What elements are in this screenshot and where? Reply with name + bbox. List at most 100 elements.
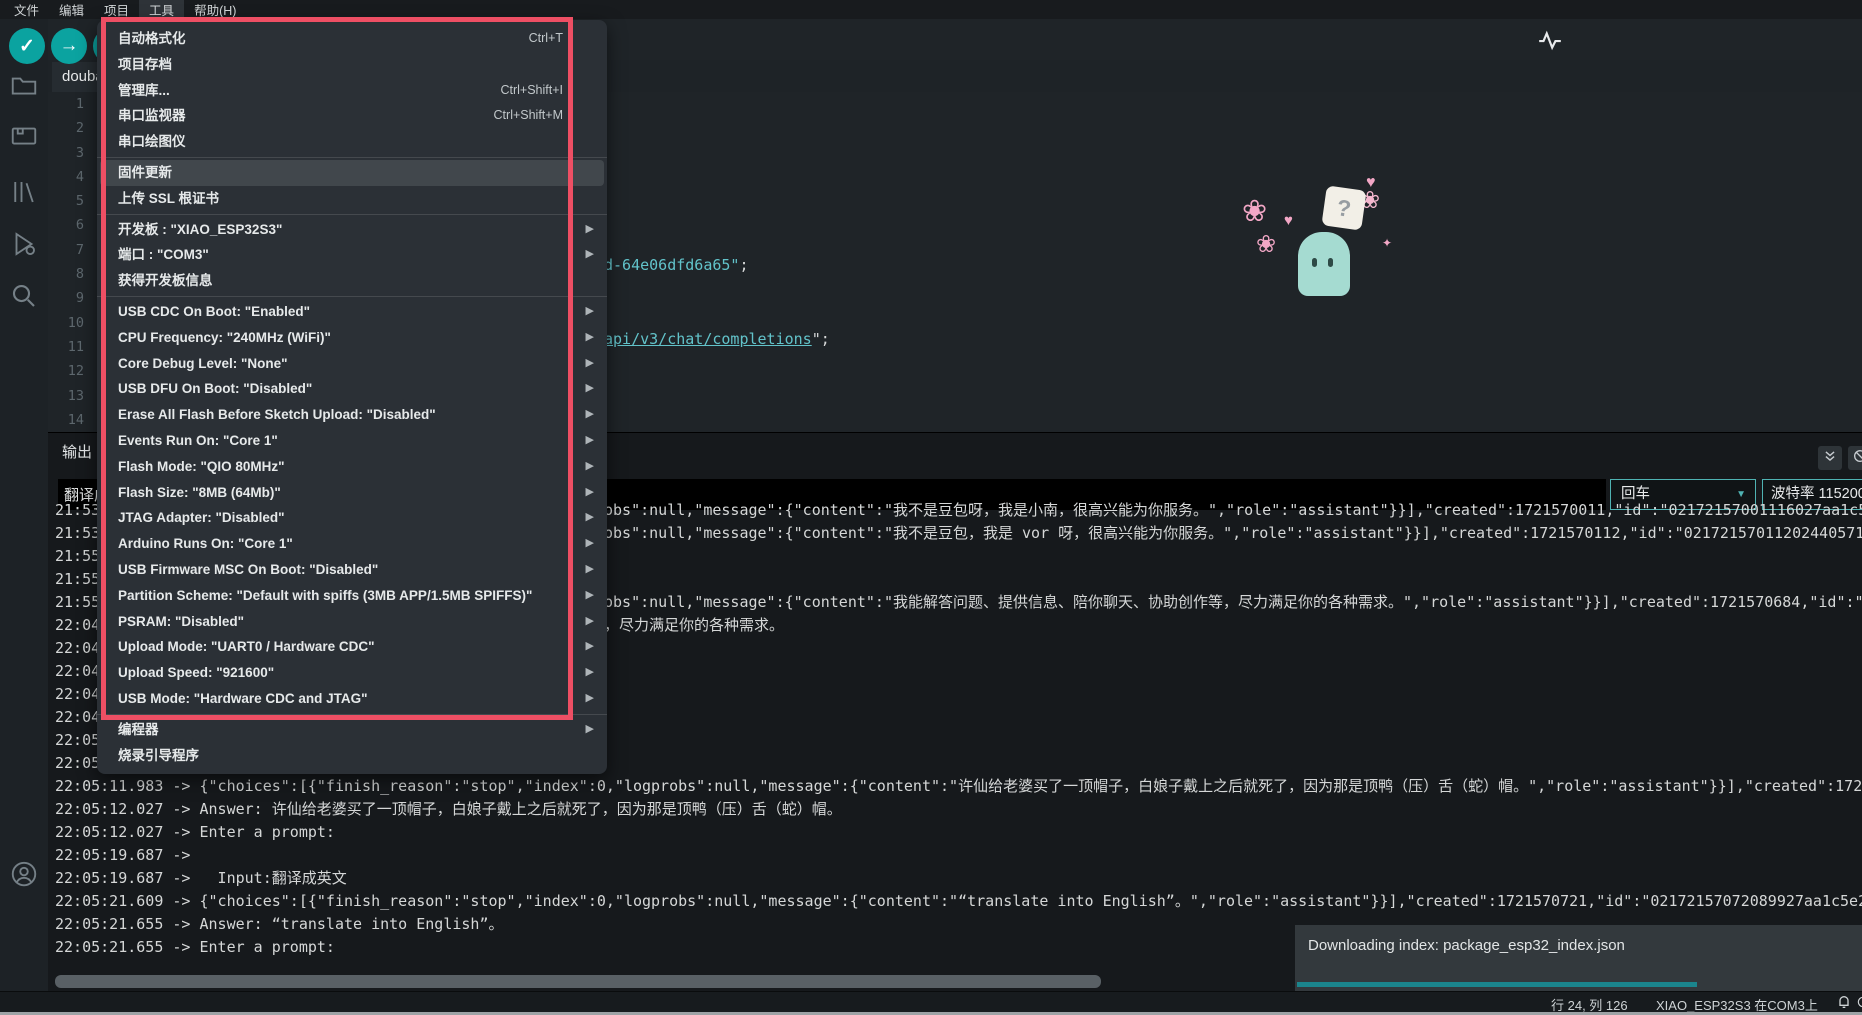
flower-icon: ❀	[1256, 230, 1276, 259]
menu-item[interactable]: 开发板 : "XIAO_ESP32S3"▶	[97, 217, 607, 243]
menu-item[interactable]: Upload Mode: "UART0 / Hardware CDC" ▶	[97, 634, 607, 660]
serial-line-text: 22:05:12.027 -> Answer: 许仙给老婆买了一顶帽子，白娘子戴…	[55, 798, 842, 821]
serial-line-text: 22:05:21.655 -> Enter a prompt:	[55, 936, 335, 959]
menubar-item-3[interactable]: 工具	[139, 0, 184, 21]
menu-item[interactable]: USB Mode: "Hardware CDC and JTAG"▶	[97, 686, 607, 712]
download-notification: Downloading index: package_esp32_index.j…	[1295, 925, 1862, 995]
activity-bar	[0, 19, 48, 1015]
submenu-arrow-icon: ▶	[586, 686, 594, 712]
menubar-item-0[interactable]: 文件	[4, 0, 49, 21]
line-number: 8	[50, 262, 84, 286]
serial-line-fragment: obs":null,"message":{"content":"我能解答问题、提…	[604, 591, 1862, 614]
serial-line-text: 22:05:19.687 ->	[55, 844, 200, 867]
menu-item-label: PSRAM: "Disabled"	[118, 609, 244, 635]
upload-button[interactable]: →	[51, 28, 87, 64]
menu-item[interactable]: 上传 SSL 根证书	[97, 186, 607, 212]
library-manager-icon[interactable]	[9, 177, 39, 207]
horizontal-scrollbar[interactable]	[55, 975, 1101, 988]
serial-timestamp-fragment: 21:53	[55, 499, 100, 522]
upload-arrow-icon: →	[60, 35, 79, 57]
serial-row: 22:05:19.687 -> Input:翻译成英文	[0, 867, 1862, 890]
serial-plotter-pulse-icon[interactable]	[1537, 27, 1563, 53]
sketchbook-folder-icon[interactable]	[9, 71, 39, 101]
serial-timestamp-fragment: 22:04	[55, 683, 100, 706]
menu-item[interactable]: USB DFU On Boot: "Disabled"▶	[97, 376, 607, 402]
serial-timestamp-fragment: 22:05:	[55, 752, 101, 775]
menubar-item-4[interactable]: 帮助(H)	[184, 0, 246, 21]
menu-item[interactable]: 自动格式化Ctrl+T	[97, 26, 607, 52]
menu-item[interactable]: 固件更新	[100, 160, 604, 186]
code-line-8: d-64e06dfd6a65";	[604, 256, 749, 274]
circle-slash-icon	[1852, 448, 1862, 469]
submenu-arrow-icon: ▶	[586, 325, 594, 351]
line-number: 13	[50, 384, 84, 408]
menu-item[interactable]: USB Firmware MSC On Boot: "Disabled"▶	[97, 557, 607, 583]
serial-timestamp-fragment: 21:53	[55, 522, 100, 545]
line-number: 9	[50, 286, 84, 310]
menu-item[interactable]: 端口 : "COM3" ▶	[97, 242, 607, 268]
menu-item-label: Partition Scheme: "Default with spiffs (…	[118, 583, 532, 609]
menubar-item-1[interactable]: 编辑	[49, 0, 94, 21]
menu-item-label: USB CDC On Boot: "Enabled"	[118, 299, 310, 325]
menu-item[interactable]: Arduino Runs On: "Core 1"▶	[97, 531, 607, 557]
menu-item-label: 串口绘图仪	[118, 129, 186, 155]
submenu-arrow-icon: ▶	[586, 402, 594, 428]
line-number: 14	[50, 408, 84, 432]
menu-item[interactable]: Flash Mode: "QIO 80MHz"▶	[97, 454, 607, 480]
menu-item[interactable]: 编程器▶	[97, 717, 607, 743]
menu-item[interactable]: Events Run On: "Core 1"▶	[97, 428, 607, 454]
submenu-arrow-icon: ▶	[586, 217, 594, 243]
menu-item-label: Flash Size: "8MB (64Mb)"	[118, 480, 281, 506]
menu-item-label: CPU Frequency: "240MHz (WiFi)"	[118, 325, 331, 351]
notification-text: Downloading index: package_esp32_index.j…	[1308, 937, 1625, 954]
menu-item[interactable]: Partition Scheme: "Default with spiffs (…	[97, 583, 607, 609]
menu-item-label: 端口 : "COM3"	[118, 242, 209, 268]
submenu-arrow-icon: ▶	[586, 634, 594, 660]
menu-item-label: Arduino Runs On: "Core 1"	[118, 531, 293, 557]
code-line-11: api/v3/chat/completions";	[604, 330, 830, 348]
verify-button[interactable]: ✓	[9, 28, 45, 64]
menu-item[interactable]: 串口绘图仪	[97, 129, 607, 155]
menu-item-shortcut: Ctrl+T	[529, 26, 563, 52]
menu-item[interactable]: CPU Frequency: "240MHz (WiFi)" ▶	[97, 325, 607, 351]
menu-item[interactable]: Core Debug Level: "None"▶	[97, 351, 607, 377]
serial-timestamp-fragment: 21:55	[55, 545, 100, 568]
menubar-item-2[interactable]: 项目	[94, 0, 139, 21]
submenu-arrow-icon: ▶	[586, 557, 594, 583]
tab-output[interactable]: 输出	[62, 441, 92, 462]
account-icon[interactable]	[9, 859, 39, 889]
tools-menu-popup: 自动格式化Ctrl+T项目存档管理库...Ctrl+Shift+I串口监视器Ct…	[97, 20, 607, 774]
menu-item[interactable]: 烧录引导程序	[97, 743, 607, 769]
menu-item[interactable]: USB CDC On Boot: "Enabled"▶	[97, 299, 607, 325]
menu-item-label: 项目存档	[118, 52, 172, 78]
line-number: 7	[50, 238, 84, 262]
serial-timestamp-fragment: 21:55	[55, 591, 100, 614]
serial-timestamp-fragment: 22:04:	[55, 706, 101, 729]
submenu-arrow-icon: ▶	[586, 454, 594, 480]
serial-row: 22:05:12.027 -> Answer: 许仙给老婆买了一顶帽子，白娘子戴…	[0, 798, 1862, 821]
menu-item-label: Upload Mode: "UART0 / Hardware CDC"	[118, 634, 375, 660]
search-icon[interactable]	[9, 281, 39, 311]
menu-item[interactable]: 串口监视器Ctrl+Shift+M	[97, 103, 607, 129]
boards-manager-icon[interactable]	[9, 121, 39, 151]
menu-item[interactable]: JTAG Adapter: "Disabled"▶	[97, 505, 607, 531]
menu-item[interactable]: Erase All Flash Before Sketch Upload: "D…	[97, 402, 607, 428]
menu-item[interactable]: 项目存档	[97, 52, 607, 78]
serial-row: 22:05:19.687 ->	[0, 844, 1862, 867]
submenu-arrow-icon: ▶	[586, 242, 594, 268]
menu-item[interactable]: 获得开发板信息	[97, 268, 607, 294]
menu-item[interactable]: PSRAM: "Disabled"▶	[97, 609, 607, 635]
menu-item-label: 固件更新	[118, 160, 172, 186]
menu-item-shortcut: Ctrl+Shift+I	[500, 78, 563, 104]
menu-item[interactable]: Upload Speed: "921600"▶	[97, 660, 607, 686]
debug-icon[interactable]	[9, 229, 39, 259]
submenu-arrow-icon: ▶	[586, 583, 594, 609]
menu-item-label: USB DFU On Boot: "Disabled"	[118, 376, 312, 402]
collapse-panel-button[interactable]	[1818, 446, 1842, 470]
status-bar: 行 24, 列 126 XIAO_ESP32S3 在COM3上	[0, 991, 1862, 1013]
menu-item[interactable]: 管理库...Ctrl+Shift+I	[97, 78, 607, 104]
menu-item[interactable]: Flash Size: "8MB (64Mb)"▶	[97, 480, 607, 506]
line-number: 11	[50, 335, 84, 359]
heart-icon: ♥	[1284, 212, 1293, 229]
clear-output-button[interactable]	[1848, 446, 1862, 470]
